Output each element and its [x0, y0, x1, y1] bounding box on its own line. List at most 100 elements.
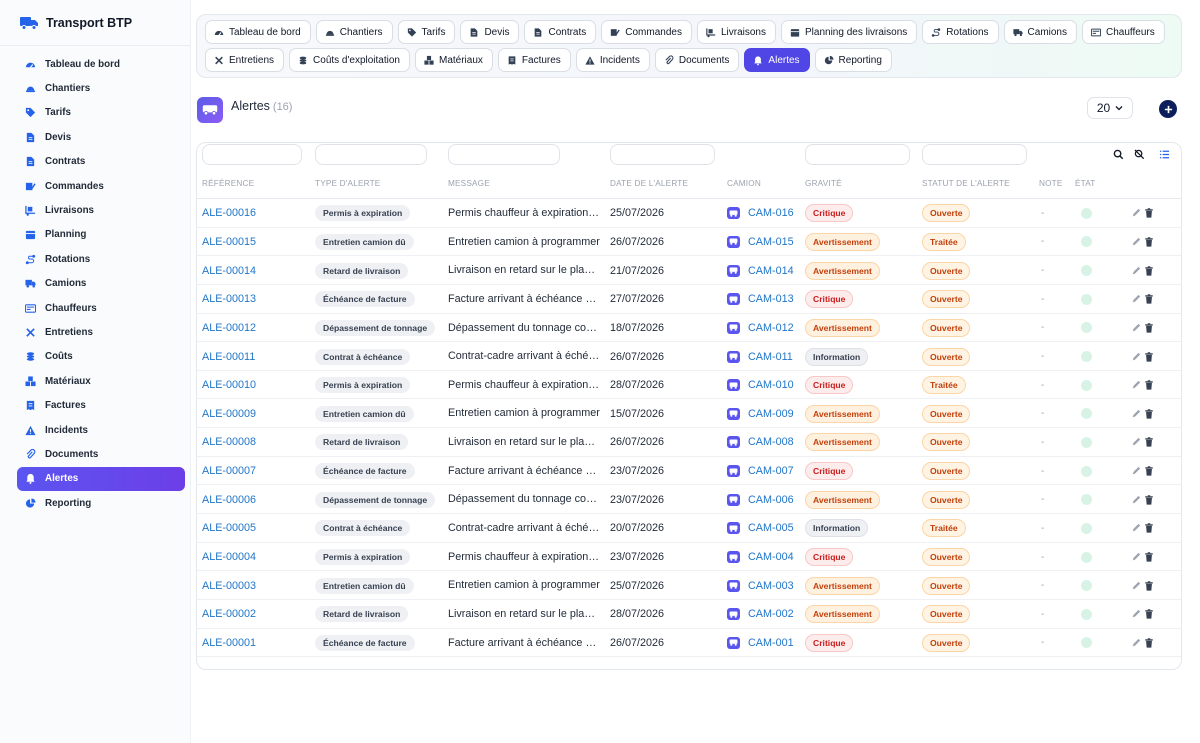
delete-icon[interactable] [1143, 437, 1154, 448]
tab-livraisons[interactable]: Livraisons [696, 20, 776, 44]
sidebar-item-camions[interactable]: Camions [17, 272, 184, 296]
sidebar-item-planning[interactable]: Planning [17, 223, 184, 247]
camion-link[interactable]: CAM-015 [748, 236, 794, 248]
reference-link[interactable]: ALE-00006 [202, 494, 256, 506]
reference-link[interactable]: ALE-00013 [202, 293, 256, 305]
camion-link[interactable]: CAM-010 [748, 379, 794, 391]
edit-icon[interactable] [1130, 437, 1141, 448]
camion-link[interactable]: CAM-008 [748, 436, 794, 448]
camion-link[interactable]: CAM-016 [748, 207, 794, 219]
tab-reporting[interactable]: Reporting [814, 48, 892, 72]
reference-link[interactable]: ALE-00012 [202, 322, 256, 334]
table-row[interactable]: ALE-00001 Échéance de facture Facture arri… [197, 629, 1181, 658]
sidebar-item-chauffeurs[interactable]: Chauffeurs [17, 296, 184, 320]
tab-tarifs[interactable]: Tarifs [397, 20, 456, 44]
tab-couts-exploitation[interactable]: Coûts d'exploitation [289, 48, 410, 72]
sidebar-item-tableau-de-bord[interactable]: Tableau de bord [17, 52, 184, 76]
reference-link[interactable]: ALE-00005 [202, 522, 256, 534]
filter-date-input[interactable] [610, 144, 715, 165]
camion-link[interactable]: CAM-005 [748, 522, 794, 534]
page-size-select[interactable]: 20 [1087, 97, 1133, 119]
edit-icon[interactable] [1130, 294, 1141, 305]
sidebar-item-documents[interactable]: Documents [17, 442, 184, 466]
table-row[interactable]: ALE-00013 Échéance de facture Facture arri… [197, 285, 1181, 314]
reference-link[interactable]: ALE-00015 [202, 236, 256, 248]
table-row[interactable]: ALE-00004 Permis à expiration Permis chauf… [197, 543, 1181, 572]
camion-link[interactable]: CAM-006 [748, 494, 794, 506]
reference-link[interactable]: ALE-00009 [202, 408, 256, 420]
edit-icon[interactable] [1130, 408, 1141, 419]
camion-link[interactable]: CAM-001 [748, 637, 794, 649]
edit-icon[interactable] [1130, 380, 1141, 391]
sidebar-item-entretiens[interactable]: Entretiens [17, 320, 184, 344]
delete-icon[interactable] [1143, 294, 1154, 305]
edit-icon[interactable] [1130, 466, 1141, 477]
edit-icon[interactable] [1130, 580, 1141, 591]
table-row[interactable]: ALE-00015 Entretien camion dû Entretien ca… [197, 228, 1181, 257]
reference-link[interactable]: ALE-00001 [202, 637, 256, 649]
reference-link[interactable]: ALE-00003 [202, 580, 256, 592]
reference-link[interactable]: ALE-00004 [202, 551, 256, 563]
edit-icon[interactable] [1130, 523, 1141, 534]
tab-camions[interactable]: Camions [1003, 20, 1077, 44]
brand[interactable]: Transport BTP [0, 0, 190, 46]
table-row[interactable]: ALE-00007 Échéance de facture Facture arri… [197, 457, 1181, 486]
tab-devis[interactable]: Devis [460, 20, 520, 44]
edit-icon[interactable] [1130, 609, 1141, 620]
delete-icon[interactable] [1143, 380, 1154, 391]
tab-commandes[interactable]: Commandes [601, 20, 692, 44]
sidebar-item-incidents[interactable]: Incidents [17, 418, 184, 442]
tab-incidents[interactable]: Incidents [575, 48, 650, 72]
column-header[interactable]: Statut de l'alerte [922, 179, 1010, 188]
camion-link[interactable]: CAM-004 [748, 551, 794, 563]
table-row[interactable]: ALE-00014 Retard de livraison Livraison en… [197, 256, 1181, 285]
edit-icon[interactable] [1130, 322, 1141, 333]
filter-reference-input[interactable] [202, 144, 302, 165]
camion-link[interactable]: CAM-012 [748, 322, 794, 334]
delete-icon[interactable] [1143, 494, 1154, 505]
filter-gravite-input[interactable] [805, 144, 910, 165]
delete-icon[interactable] [1143, 552, 1154, 563]
sidebar-item-devis[interactable]: Devis [17, 125, 184, 149]
search-icon[interactable] [1112, 148, 1124, 160]
reference-link[interactable]: ALE-00002 [202, 608, 256, 620]
filter-statut-input[interactable] [922, 144, 1027, 165]
tab-materiaux[interactable]: Matériaux [415, 48, 493, 72]
table-row[interactable]: ALE-00011 Contrat à échéance Contrat-cadre… [197, 342, 1181, 371]
delete-icon[interactable] [1143, 208, 1154, 219]
add-alert-button[interactable] [1159, 100, 1177, 118]
sidebar-item-factures[interactable]: Factures [17, 393, 184, 417]
edit-icon[interactable] [1130, 236, 1141, 247]
delete-icon[interactable] [1143, 351, 1154, 362]
sidebar-item-commandes[interactable]: Commandes [17, 174, 184, 198]
tab-chantiers[interactable]: Chantiers [315, 20, 393, 44]
reference-link[interactable]: ALE-00014 [202, 265, 256, 277]
camion-link[interactable]: CAM-007 [748, 465, 794, 477]
delete-icon[interactable] [1143, 466, 1154, 477]
reference-link[interactable]: ALE-00016 [202, 207, 256, 219]
column-header[interactable]: Camion [727, 179, 761, 188]
edit-icon[interactable] [1130, 637, 1141, 648]
camion-link[interactable]: CAM-013 [748, 293, 794, 305]
tab-chauffeurs[interactable]: Chauffeurs [1082, 20, 1165, 44]
column-header[interactable]: Date de l'alerte [610, 179, 688, 188]
delete-icon[interactable] [1143, 580, 1154, 591]
column-header[interactable]: État [1075, 179, 1096, 188]
edit-icon[interactable] [1130, 552, 1141, 563]
sidebar-item-materiaux[interactable]: Matériaux [17, 369, 184, 393]
sidebar-item-couts[interactable]: Coûts [17, 345, 184, 369]
edit-icon[interactable] [1130, 351, 1141, 362]
delete-icon[interactable] [1143, 322, 1154, 333]
sidebar-item-rotations[interactable]: Rotations [17, 247, 184, 271]
reference-link[interactable]: ALE-00010 [202, 379, 256, 391]
column-header[interactable]: Type d'alerte [315, 179, 380, 188]
camion-link[interactable]: CAM-002 [748, 608, 794, 620]
table-row[interactable]: ALE-00012 Dépassement de tonnage Dépasseme… [197, 314, 1181, 343]
column-header[interactable]: Note [1039, 179, 1063, 188]
reference-link[interactable]: ALE-00007 [202, 465, 256, 477]
camion-link[interactable]: CAM-009 [748, 408, 794, 420]
tab-alertes[interactable]: Alertes [744, 48, 810, 72]
table-row[interactable]: ALE-00003 Entretien camion dû Entretien ca… [197, 571, 1181, 600]
delete-icon[interactable] [1143, 523, 1154, 534]
column-list-icon[interactable] [1158, 148, 1170, 160]
